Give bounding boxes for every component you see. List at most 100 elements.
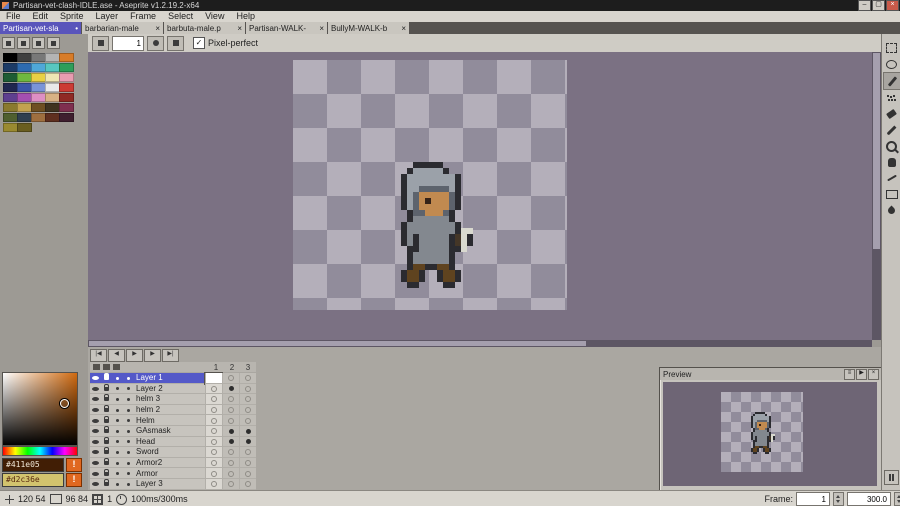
menu-view[interactable]: View xyxy=(199,11,230,22)
layer-dot-icon[interactable] xyxy=(123,447,134,457)
cel[interactable] xyxy=(205,447,222,458)
rectangle-tool-button[interactable] xyxy=(883,186,900,202)
layer-row[interactable]: Head xyxy=(90,436,256,448)
lasso-tool-button[interactable] xyxy=(883,56,900,72)
preview-menu-button[interactable]: ≡ xyxy=(844,368,855,380)
frame-number[interactable]: 1 xyxy=(208,363,224,372)
palette-swatch[interactable] xyxy=(31,113,46,122)
palette-swatch[interactable] xyxy=(31,63,46,72)
minimize-button[interactable]: – xyxy=(858,0,871,11)
palette-swatch[interactable] xyxy=(3,63,18,72)
layer-row[interactable]: Armor2 xyxy=(90,457,256,469)
pencil-tool-button[interactable] xyxy=(883,72,900,90)
layer-dot-icon[interactable] xyxy=(112,479,123,489)
layer-name[interactable]: Armor2 xyxy=(134,458,205,468)
cel[interactable] xyxy=(239,383,256,395)
layer-row[interactable]: Layer 3 xyxy=(90,478,256,490)
palette-swatch[interactable] xyxy=(59,93,74,102)
timeline-size-button[interactable] xyxy=(884,470,899,485)
duration-spinner[interactable] xyxy=(894,492,900,506)
palette-swatch[interactable] xyxy=(3,103,18,112)
palette-swatch[interactable] xyxy=(31,73,46,82)
menu-layer[interactable]: Layer xyxy=(90,11,125,22)
cel[interactable] xyxy=(239,373,256,384)
horizontal-scrollbar[interactable] xyxy=(88,340,872,347)
layer-name[interactable]: Layer 1 xyxy=(134,373,205,383)
palette-swatch[interactable] xyxy=(59,103,74,112)
layer-visibility-icon[interactable] xyxy=(90,447,101,457)
menu-edit[interactable]: Edit xyxy=(27,11,55,22)
palette-swatch[interactable] xyxy=(3,73,18,82)
palette-swatch[interactable] xyxy=(17,83,32,92)
layer-visibility-icon[interactable] xyxy=(90,437,101,447)
layer-lock-icon[interactable] xyxy=(101,436,112,447)
cel[interactable] xyxy=(205,478,222,490)
brush-size-input[interactable] xyxy=(112,35,144,51)
layer-lock-icon[interactable] xyxy=(101,373,112,383)
palette-presets-button[interactable] xyxy=(32,37,45,49)
playback-button-3[interactable]: ▶ xyxy=(126,349,143,362)
palette-swatch[interactable] xyxy=(17,63,32,72)
layer-dot-icon[interactable] xyxy=(112,373,123,383)
cel[interactable] xyxy=(222,447,239,458)
eraser-tool-button[interactable] xyxy=(883,106,900,122)
layer-name[interactable]: helm 2 xyxy=(134,405,205,415)
tab-modified-dot[interactable]: • xyxy=(75,24,78,33)
palette-swatch[interactable] xyxy=(59,73,74,82)
cel[interactable] xyxy=(239,436,256,448)
cel[interactable] xyxy=(239,447,256,458)
palette-swatch[interactable] xyxy=(3,93,18,102)
layer-dot-icon[interactable] xyxy=(112,384,123,394)
playback-button-2[interactable]: ◀ xyxy=(108,349,125,362)
cel[interactable] xyxy=(239,415,256,426)
layer-lock-icon[interactable] xyxy=(101,468,112,479)
palette-swatch[interactable] xyxy=(45,63,60,72)
dynamics-button[interactable] xyxy=(167,35,184,51)
palette-swatch[interactable] xyxy=(31,53,46,62)
palette-swatch[interactable] xyxy=(31,93,46,102)
layer-dot-icon[interactable] xyxy=(123,469,134,479)
tab-close-icon[interactable]: × xyxy=(237,24,242,33)
cel[interactable] xyxy=(205,436,222,448)
palette-swatch[interactable] xyxy=(31,83,46,92)
layer-dot-icon[interactable] xyxy=(112,405,123,415)
slice-tool-button[interactable] xyxy=(883,170,900,186)
palette-swatch[interactable] xyxy=(17,53,32,62)
duration-input[interactable] xyxy=(847,492,891,506)
layer-visibility-icon[interactable] xyxy=(90,384,101,394)
palette-swatch[interactable] xyxy=(45,93,60,102)
header-lock-icon[interactable] xyxy=(103,364,110,370)
layer-dot-icon[interactable] xyxy=(112,426,123,436)
layer-row[interactable]: Armor xyxy=(90,468,256,479)
layer-lock-icon[interactable] xyxy=(101,405,112,415)
cel[interactable] xyxy=(239,468,256,479)
layer-name[interactable]: Layer 2 xyxy=(134,384,205,394)
layer-lock-icon[interactable] xyxy=(101,383,112,394)
palette-swatch[interactable] xyxy=(45,103,60,112)
layer-row[interactable]: GAsmask xyxy=(90,425,256,437)
palette-swatch[interactable] xyxy=(59,113,74,122)
palette-swatch[interactable] xyxy=(17,93,32,102)
frame-number[interactable]: 2 xyxy=(224,363,240,372)
menu-frame[interactable]: Frame xyxy=(124,11,162,22)
palette-swatch[interactable] xyxy=(59,53,74,62)
palette-swatch[interactable] xyxy=(17,103,32,112)
zoom-tool-button[interactable] xyxy=(883,138,900,154)
layer-name[interactable]: Armor xyxy=(134,469,205,479)
tab-5[interactable]: BullyM-WALK-b × xyxy=(328,22,410,34)
rectangular-marquee-tool-button[interactable] xyxy=(883,40,900,56)
frame-number[interactable]: 3 xyxy=(240,363,256,372)
cel[interactable] xyxy=(222,373,239,384)
cel[interactable] xyxy=(204,372,223,385)
layer-dot-icon[interactable] xyxy=(112,469,123,479)
tab-3[interactable]: barbuta-male.p × xyxy=(164,22,246,34)
palette-swatch[interactable] xyxy=(3,123,18,132)
layer-visibility-icon[interactable] xyxy=(90,479,101,489)
brush-type-button[interactable] xyxy=(92,35,109,51)
tab-4[interactable]: Partisan-WALK- × xyxy=(246,22,328,34)
palette-swatch[interactable] xyxy=(3,113,18,122)
layer-name[interactable]: Head xyxy=(134,437,205,447)
preview-close-icon[interactable]: × xyxy=(868,368,879,380)
layer-row[interactable]: Layer 1 xyxy=(90,372,256,385)
frame-spinner[interactable] xyxy=(833,492,844,506)
